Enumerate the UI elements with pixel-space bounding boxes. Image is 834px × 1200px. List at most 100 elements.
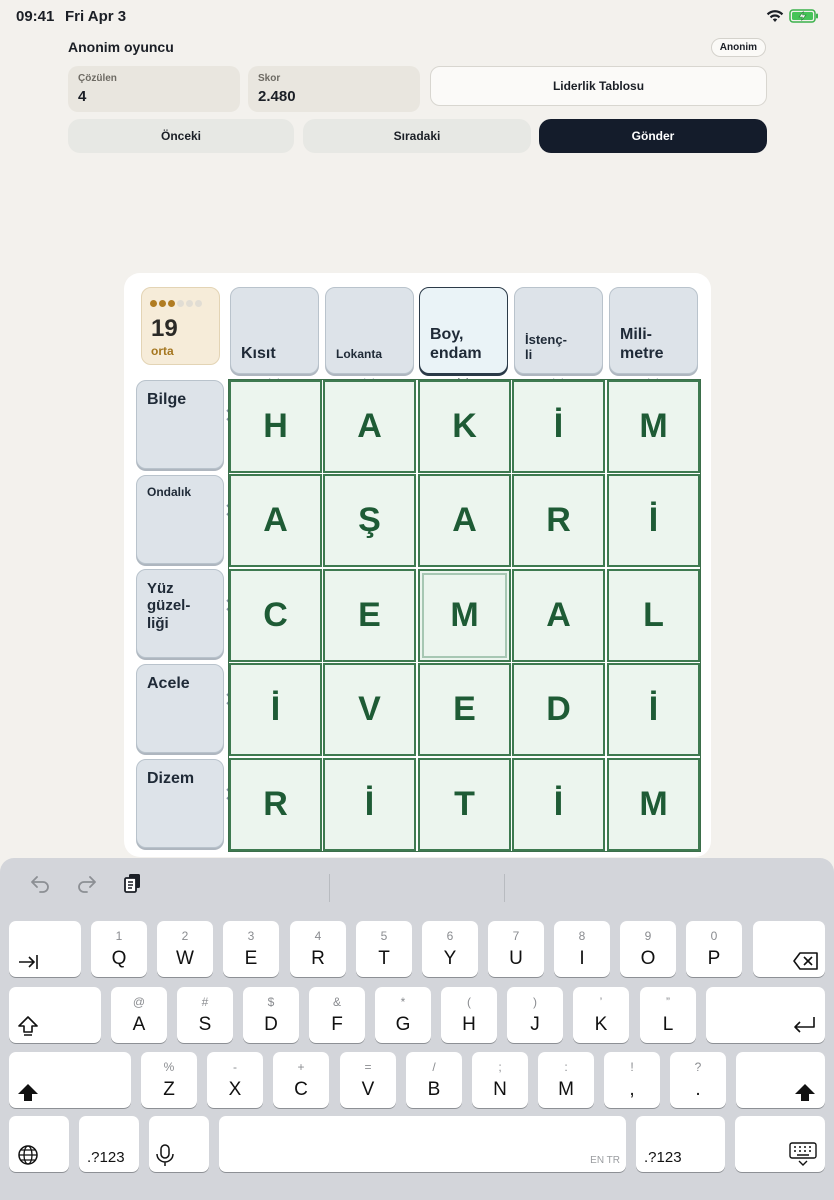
dictation-key[interactable] <box>149 1116 209 1172</box>
globe-key[interactable] <box>9 1116 69 1172</box>
anonymous-badge: Anonim <box>710 38 766 57</box>
space-key[interactable]: EN TR <box>219 1116 626 1172</box>
key-u[interactable]: 7U <box>488 921 544 977</box>
column-clue-3[interactable]: Boy, endam <box>419 287 508 374</box>
key-e[interactable]: 3E <box>223 921 279 977</box>
hide-keyboard-key[interactable] <box>735 1116 825 1172</box>
key-j[interactable]: ) J <box>507 987 563 1043</box>
grid-cell[interactable]: T <box>418 758 511 851</box>
key-t[interactable]: 5T <box>356 921 412 977</box>
key-d[interactable]: $ D <box>243 987 299 1043</box>
key-secondary-label: ’ <box>599 995 603 1009</box>
previous-button[interactable]: Önceki <box>68 119 294 153</box>
key-m[interactable]: :M <box>538 1052 594 1108</box>
grid-cell[interactable]: A <box>229 474 322 567</box>
grid-cell[interactable]: M <box>607 758 700 851</box>
grid-cell[interactable]: A <box>418 474 511 567</box>
numbers-key[interactable]: .?123 <box>636 1116 725 1172</box>
caps-lock-key[interactable] <box>9 987 101 1043</box>
grid-cell[interactable]: E <box>323 569 416 662</box>
column-clue-1[interactable]: Kısıt <box>230 287 319 374</box>
key-x[interactable]: -X <box>207 1052 263 1108</box>
solved-stat-card: Çözülen 4 <box>68 66 240 112</box>
key-h[interactable]: (H <box>441 987 497 1043</box>
grid-cell[interactable]: H <box>229 380 322 473</box>
column-clue-2[interactable]: Lokanta <box>325 287 414 374</box>
key-s[interactable]: # S <box>177 987 233 1043</box>
key-r[interactable]: 4R <box>290 921 346 977</box>
grid-cell[interactable]: İ <box>607 474 700 567</box>
key-q[interactable]: 1Q <box>91 921 147 977</box>
key-secondary-label: @ <box>132 995 146 1009</box>
key-a[interactable]: @ A <box>111 987 167 1043</box>
row-clue-2[interactable]: Ondalık <box>136 475 224 564</box>
grid-cell[interactable]: İ <box>512 380 605 473</box>
key-l[interactable]: ” L <box>640 987 696 1043</box>
solved-label: Çözülen <box>78 73 117 84</box>
key-v[interactable]: = V <box>340 1052 396 1108</box>
row-clue-1[interactable]: Bilge <box>136 380 224 469</box>
key-label: . <box>695 1079 701 1100</box>
toolbar-divider <box>329 874 330 902</box>
clipboard-icon[interactable] <box>122 872 144 894</box>
row-clue-3[interactable]: Yüz güzel-liği <box>136 569 224 658</box>
return-icon <box>794 1017 815 1033</box>
row-clue-text: Dizem <box>147 770 195 787</box>
key-period[interactable]: ?. <box>670 1052 726 1108</box>
shift-left-key[interactable] <box>9 1052 131 1108</box>
undo-icon[interactable] <box>29 872 51 894</box>
redo-icon[interactable] <box>76 872 98 894</box>
grid-cell[interactable]: D <box>512 663 605 756</box>
grid-cell[interactable]: R <box>512 474 605 567</box>
key-y[interactable]: 6Y <box>422 921 478 977</box>
grid-cell[interactable]: A <box>323 380 416 473</box>
return-key[interactable] <box>706 987 825 1043</box>
submit-button[interactable]: Gönder <box>539 119 767 153</box>
tab-icon <box>19 955 38 969</box>
key-n[interactable]: ; N <box>472 1052 528 1108</box>
status-date: Fri Apr 3 <box>65 8 127 25</box>
key-secondary-label: = <box>364 1060 372 1074</box>
grid-cell[interactable]: M <box>418 569 511 662</box>
shift-right-key[interactable] <box>736 1052 825 1108</box>
column-clue-5[interactable]: Mili-metre <box>609 287 698 374</box>
key-w[interactable]: 2W <box>157 921 213 977</box>
key-g[interactable]: * G <box>375 987 431 1043</box>
numbers-key-label: .?123 <box>644 1149 682 1166</box>
column-clue-4[interactable]: İstenç-li <box>514 287 603 374</box>
grid-cell[interactable]: R <box>229 758 322 851</box>
key-k[interactable]: ’ K <box>573 987 629 1043</box>
tab-key[interactable] <box>9 921 81 977</box>
backspace-icon <box>793 952 818 970</box>
leaderboard-button[interactable]: Liderlik Tablosu <box>430 66 767 106</box>
grid-cell[interactable]: İ <box>512 758 605 851</box>
grid-cell[interactable]: L <box>607 569 700 662</box>
grid-cell[interactable]: İ <box>607 663 700 756</box>
key-z[interactable]: % Z <box>141 1052 197 1108</box>
key-o[interactable]: 9O <box>620 921 676 977</box>
row-clue-4[interactable]: Acele <box>136 664 224 753</box>
next-button[interactable]: Sıradaki <box>303 119 531 153</box>
grid-cell[interactable]: M <box>607 380 700 473</box>
key-b[interactable]: / B <box>406 1052 462 1108</box>
grid-cell[interactable]: K <box>418 380 511 473</box>
row-clue-5[interactable]: Dizem <box>136 759 224 848</box>
grid-cell[interactable]: E <box>418 663 511 756</box>
key-label: R <box>311 948 325 969</box>
key-c[interactable]: + C <box>273 1052 329 1108</box>
key-label: A <box>132 1014 146 1035</box>
grid-cell[interactable]: A <box>512 569 605 662</box>
numbers-key[interactable]: .?123 <box>79 1116 139 1172</box>
key-comma[interactable]: !, <box>604 1052 660 1108</box>
grid-cell[interactable]: İ <box>229 663 322 756</box>
key-secondary-label: 5 <box>380 929 388 943</box>
key-f[interactable]: & F <box>309 987 365 1043</box>
grid-cell[interactable]: Ş <box>323 474 416 567</box>
delete-key[interactable] <box>753 921 825 977</box>
key-p[interactable]: 0P <box>686 921 742 977</box>
grid-cell[interactable]: C <box>229 569 322 662</box>
key-label: B <box>427 1079 441 1100</box>
grid-cell[interactable]: İ <box>323 758 416 851</box>
key-i[interactable]: 8I <box>554 921 610 977</box>
grid-cell[interactable]: V <box>323 663 416 756</box>
